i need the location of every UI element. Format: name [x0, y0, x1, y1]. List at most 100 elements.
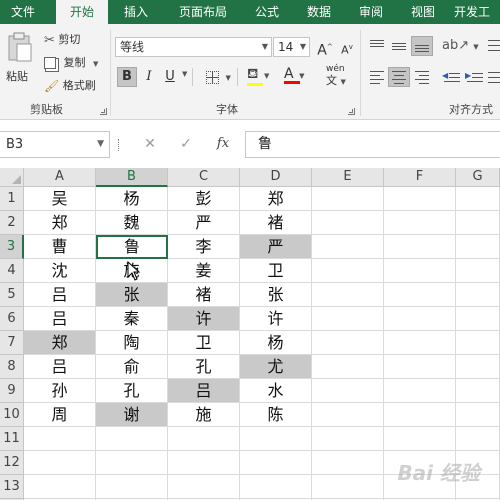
cell-d9[interactable]: 水 — [240, 379, 312, 403]
orientation-button[interactable]: ab↗ ▼ — [442, 38, 479, 53]
column-header-d[interactable]: D — [240, 168, 312, 187]
column-header-g[interactable]: G — [456, 168, 500, 187]
column-header-e[interactable]: E — [312, 168, 384, 187]
bottom-align-button[interactable] — [411, 36, 433, 56]
cell-b2[interactable]: 魏 — [96, 211, 168, 235]
row-header-3[interactable]: 3 — [0, 235, 24, 259]
cell-b6[interactable]: 秦 — [96, 307, 168, 331]
fill-color-button[interactable]: ⛾ ▼ — [247, 66, 269, 86]
cell-a8[interactable]: 吕 — [24, 355, 96, 379]
cell-g8[interactable] — [456, 355, 500, 379]
cell-d6[interactable]: 许 — [240, 307, 312, 331]
cell-e8[interactable] — [312, 355, 384, 379]
row-header-12[interactable]: 12 — [0, 451, 24, 475]
cell-c13[interactable] — [168, 475, 240, 499]
cell-d12[interactable] — [240, 451, 312, 475]
row-header-4[interactable]: 4 — [0, 259, 24, 283]
cell-f5[interactable] — [384, 283, 456, 307]
cell-e11[interactable] — [312, 427, 384, 451]
cell-a2[interactable]: 郑 — [24, 211, 96, 235]
bold-button[interactable]: B — [117, 67, 137, 87]
cell-f9[interactable] — [384, 379, 456, 403]
font-size-combo[interactable]: 14 ▼ — [273, 37, 310, 57]
row-header-1[interactable]: 1 — [0, 187, 24, 211]
tab-file[interactable]: 文件 — [0, 0, 46, 24]
cell-f6[interactable] — [384, 307, 456, 331]
cell-d11[interactable] — [240, 427, 312, 451]
column-header-b[interactable]: B — [96, 168, 168, 187]
cell-d4[interactable]: 卫 — [240, 259, 312, 283]
cell-f4[interactable] — [384, 259, 456, 283]
cell-g6[interactable] — [456, 307, 500, 331]
cell-c4[interactable]: 姜 — [168, 259, 240, 283]
cell-b9[interactable]: 孔 — [96, 379, 168, 403]
cell-a5[interactable]: 吕 — [24, 283, 96, 307]
font-launcher-icon[interactable] — [348, 108, 355, 115]
chevron-down-icon[interactable]: ▼ — [93, 60, 98, 68]
cell-e1[interactable] — [312, 187, 384, 211]
middle-align-button[interactable] — [390, 38, 408, 54]
select-all-button[interactable] — [0, 168, 24, 187]
tab-review[interactable]: 审阅 — [350, 0, 392, 24]
cell-b12[interactable] — [96, 451, 168, 475]
row-header-13[interactable]: 13 — [0, 475, 24, 499]
shrink-font-button[interactable]: Av — [337, 37, 357, 57]
cell-a10[interactable]: 周 — [24, 403, 96, 427]
cell-f3[interactable] — [384, 235, 456, 259]
cell-g1[interactable] — [456, 187, 500, 211]
cell-g2[interactable] — [456, 211, 500, 235]
paste-button[interactable] — [6, 32, 34, 64]
column-header-f[interactable]: F — [384, 168, 456, 187]
name-box[interactable]: B3 ▼ — [0, 131, 110, 158]
cell-e12[interactable] — [312, 451, 384, 475]
cell-e3[interactable] — [312, 235, 384, 259]
cell-f11[interactable] — [384, 427, 456, 451]
cell-a4[interactable]: 沈 — [24, 259, 96, 283]
cell-b11[interactable] — [96, 427, 168, 451]
cell-a13[interactable] — [24, 475, 96, 499]
cell-e9[interactable] — [312, 379, 384, 403]
cancel-icon[interactable]: ✕ — [140, 134, 160, 154]
grow-font-button[interactable]: A^ — [315, 37, 335, 59]
cell-a6[interactable]: 吕 — [24, 307, 96, 331]
cell-f1[interactable] — [384, 187, 456, 211]
font-color-button[interactable]: A ▼ — [284, 66, 304, 84]
tab-developer[interactable]: 开发工 — [454, 0, 500, 24]
cell-e4[interactable] — [312, 259, 384, 283]
cell-g4[interactable] — [456, 259, 500, 283]
cell-e13[interactable] — [312, 475, 384, 499]
cell-e5[interactable] — [312, 283, 384, 307]
cell-g10[interactable] — [456, 403, 500, 427]
decrease-indent-button[interactable]: ◀ — [442, 69, 460, 85]
cell-a11[interactable] — [24, 427, 96, 451]
cell-g9[interactable] — [456, 379, 500, 403]
cell-c5[interactable]: 褚 — [168, 283, 240, 307]
cell-c1[interactable]: 彭 — [168, 187, 240, 211]
cell-a12[interactable] — [24, 451, 96, 475]
cell-g11[interactable] — [456, 427, 500, 451]
cell-c11[interactable] — [168, 427, 240, 451]
cell-f7[interactable] — [384, 331, 456, 355]
formula-input[interactable]: 鲁 — [245, 131, 500, 158]
phonetic-button[interactable]: wén 文 ▼ — [326, 64, 346, 88]
column-header-a[interactable]: A — [24, 168, 96, 187]
wrap-text-button[interactable] — [488, 38, 500, 54]
underline-button[interactable]: U — [160, 67, 180, 87]
cell-b3[interactable]: 鲁 — [96, 235, 168, 259]
cell-d7[interactable]: 杨 — [240, 331, 312, 355]
cell-g3[interactable] — [456, 235, 500, 259]
cell-e2[interactable] — [312, 211, 384, 235]
cell-a9[interactable]: 孙 — [24, 379, 96, 403]
cell-c7[interactable]: 卫 — [168, 331, 240, 355]
cell-e7[interactable] — [312, 331, 384, 355]
cell-c2[interactable]: 严 — [168, 211, 240, 235]
cell-d3[interactable]: 严 — [240, 235, 312, 259]
cell-e6[interactable] — [312, 307, 384, 331]
cell-e10[interactable] — [312, 403, 384, 427]
copy-button[interactable]: 复制 ▼ — [44, 54, 98, 70]
cell-g7[interactable] — [456, 331, 500, 355]
row-header-9[interactable]: 9 — [0, 379, 24, 403]
cell-g5[interactable] — [456, 283, 500, 307]
cell-c8[interactable]: 孔 — [168, 355, 240, 379]
cell-b10[interactable]: 谢 — [96, 403, 168, 427]
